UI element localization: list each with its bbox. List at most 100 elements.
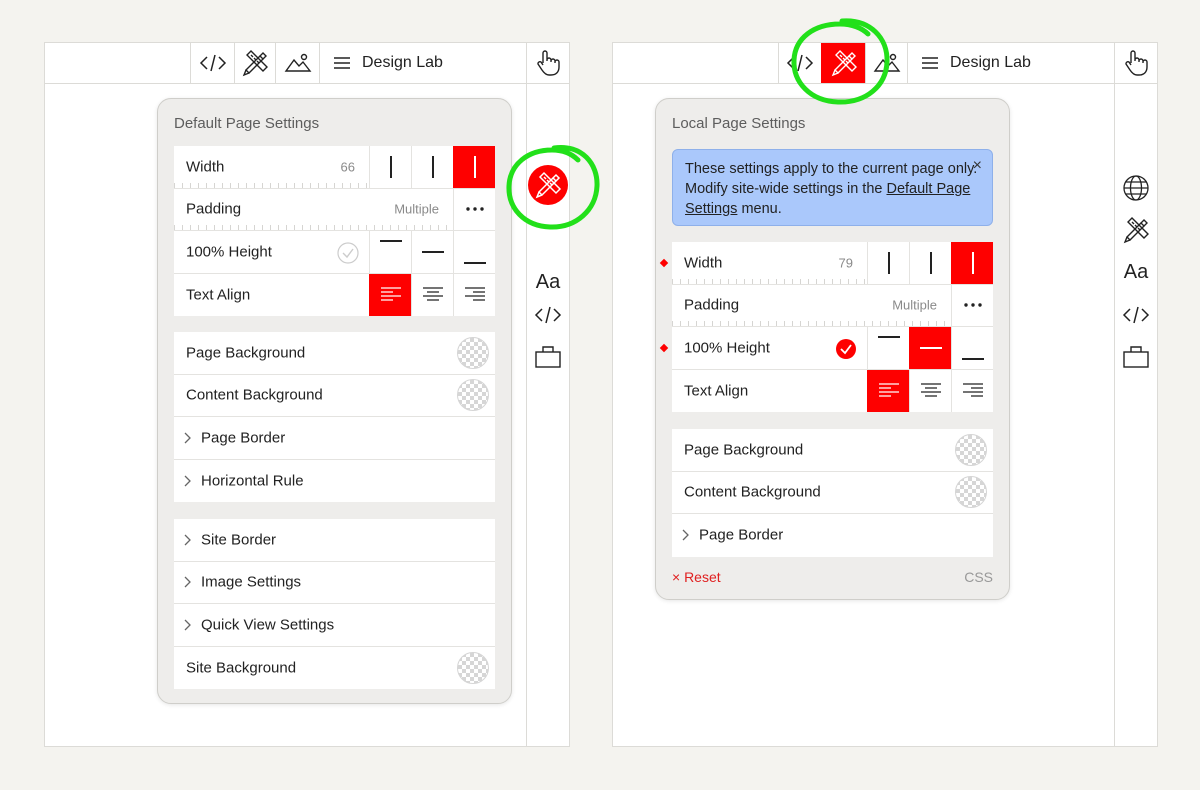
text-align-row[interactable]: Text Align: [672, 369, 993, 412]
width-row[interactable]: Width 66: [174, 146, 495, 189]
width-value[interactable]: 66: [341, 159, 355, 174]
design-tools-icon: [242, 50, 268, 77]
align-middle-icon: [919, 346, 942, 349]
code-view-button[interactable]: [190, 43, 234, 83]
page-border-row[interactable]: Page Border: [672, 514, 993, 557]
code-view-button[interactable]: [778, 43, 821, 83]
height-bottom-option[interactable]: [951, 327, 993, 369]
width-wide-option[interactable]: [951, 242, 993, 284]
height-middle-option[interactable]: [909, 327, 951, 369]
height-middle-option[interactable]: [411, 231, 453, 273]
design-tools-rail-button[interactable]: [1115, 212, 1157, 248]
height-top-option[interactable]: [369, 231, 411, 273]
background-group: Page Background Content Background Page …: [174, 332, 495, 502]
checkmark-icon[interactable]: [835, 338, 857, 360]
text-align-center-option[interactable]: [411, 273, 453, 316]
media-button[interactable]: [275, 43, 319, 83]
padding-more-button[interactable]: [453, 188, 495, 230]
design-tools-rail-button-active[interactable]: [528, 165, 568, 205]
content-background-row[interactable]: Content Background: [672, 472, 993, 514]
design-tools-button[interactable]: [234, 43, 275, 83]
text-align-right-option[interactable]: [951, 369, 993, 412]
image-settings-row[interactable]: Image Settings: [174, 562, 495, 604]
padding-row[interactable]: Padding Multiple: [174, 188, 495, 231]
row-label: Horizontal Rule: [201, 472, 304, 490]
code-icon: [786, 54, 814, 72]
image-icon: [873, 53, 900, 72]
padding-more-button[interactable]: [951, 284, 993, 326]
page-background-row[interactable]: Page Background: [174, 332, 495, 375]
interact-mode-button[interactable]: [526, 43, 569, 83]
css-button[interactable]: CSS: [964, 569, 993, 585]
align-left-icon: [380, 287, 401, 301]
transparent-swatch[interactable]: [457, 651, 489, 684]
site-background-row[interactable]: Site Background: [174, 647, 495, 690]
width-value[interactable]: 79: [839, 255, 853, 270]
store-rail-button[interactable]: [527, 338, 569, 374]
transparent-swatch[interactable]: [955, 476, 987, 509]
align-right-icon: [962, 383, 983, 397]
padding-ruler[interactable]: [174, 225, 452, 230]
page-background-row[interactable]: Page Background: [672, 429, 993, 472]
width-wide-option[interactable]: [453, 146, 495, 188]
code-rail-button[interactable]: [1115, 297, 1157, 333]
design-lab-menu[interactable]: Design Lab: [907, 43, 1116, 83]
info-banner: These settings apply to the current page…: [672, 149, 993, 226]
height-top-option[interactable]: [867, 327, 909, 369]
transparent-swatch[interactable]: [955, 433, 987, 466]
page-border-row[interactable]: Page Border: [174, 417, 495, 460]
width-ruler[interactable]: [672, 278, 866, 284]
transparent-swatch[interactable]: [457, 336, 489, 369]
text-align-row[interactable]: Text Align: [174, 273, 495, 316]
align-bottom-icon: [961, 357, 984, 360]
text-align-left-option[interactable]: [867, 369, 909, 412]
checkmark-icon[interactable]: [337, 242, 359, 264]
width-narrow-option[interactable]: [867, 242, 909, 284]
code-rail-button[interactable]: [527, 297, 569, 333]
site-border-row[interactable]: Site Border: [174, 519, 495, 562]
align-bottom-icon: [463, 261, 486, 264]
horizontal-rule-row[interactable]: Horizontal Rule: [174, 460, 495, 503]
height-bottom-option[interactable]: [453, 231, 495, 273]
width-medium-icon: [431, 155, 434, 178]
site-group: Site Border Image Settings Quick View Se…: [174, 519, 495, 689]
padding-row[interactable]: Padding Multiple: [672, 284, 993, 327]
text-align-center-option[interactable]: [909, 369, 951, 412]
code-icon: [199, 54, 226, 72]
full-height-row[interactable]: 100% Height: [659, 327, 993, 370]
transparent-swatch[interactable]: [457, 379, 489, 412]
content-background-row[interactable]: Content Background: [174, 375, 495, 417]
width-medium-icon: [929, 251, 932, 274]
align-center-icon: [422, 287, 443, 301]
local-page-settings-panel: Local Page Settings These settings apply…: [655, 98, 1010, 600]
width-medium-option[interactable]: [909, 242, 951, 284]
font-rail-button[interactable]: Aa: [527, 264, 569, 300]
close-icon[interactable]: ×: [973, 156, 982, 176]
code-icon: [534, 306, 562, 324]
font-rail-button[interactable]: Aa: [1115, 254, 1157, 290]
row-label: Content Background: [684, 483, 821, 501]
row-label: Text Align: [684, 382, 749, 400]
panel-title: Local Page Settings: [672, 115, 806, 132]
interact-mode-button[interactable]: [1114, 43, 1157, 83]
width-narrow-icon: [389, 155, 392, 178]
media-button[interactable]: [865, 43, 907, 83]
reset-button[interactable]: × Reset: [672, 569, 721, 585]
top-toolbar: Design Lab: [45, 43, 569, 84]
design-lab-menu[interactable]: Design Lab: [319, 43, 528, 83]
globe-rail-button[interactable]: [1115, 170, 1157, 206]
row-label: Padding: [684, 296, 740, 314]
width-narrow-option[interactable]: [369, 146, 411, 188]
design-tools-button-active[interactable]: [821, 43, 865, 83]
store-rail-button[interactable]: [1115, 338, 1157, 374]
hand-pointer-icon: [537, 50, 560, 76]
text-align-right-option[interactable]: [453, 273, 495, 316]
width-ruler[interactable]: [174, 182, 368, 188]
quick-view-settings-row[interactable]: Quick View Settings: [174, 604, 495, 647]
full-height-row[interactable]: 100% Height: [174, 231, 495, 274]
width-row[interactable]: Width 79: [659, 242, 993, 285]
text-align-left-option[interactable]: [369, 273, 411, 316]
bag-icon: [1123, 346, 1149, 368]
padding-ruler[interactable]: [672, 321, 950, 326]
width-medium-option[interactable]: [411, 146, 453, 188]
